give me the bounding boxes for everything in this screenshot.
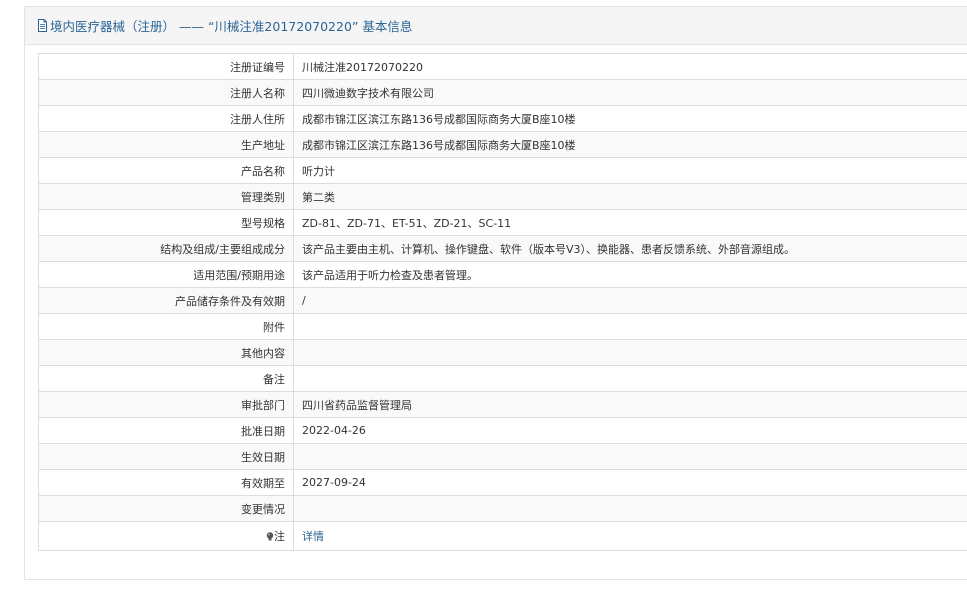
field-value: 四川省药品监督管理局 <box>293 391 967 418</box>
field-label: 附件 <box>38 313 294 340</box>
table-row: 有效期至 2027-09-24 <box>38 469 967 496</box>
field-value: 川械注准20172070220 <box>293 53 967 80</box>
field-value <box>293 365 967 392</box>
field-value: 2027-09-24 <box>293 469 967 496</box>
lightbulb-icon <box>266 531 274 541</box>
table-row-note: 注 详情 <box>38 521 967 551</box>
table-row: 适用范围/预期用途 该产品适用于听力检查及患者管理。 <box>38 261 967 288</box>
table-row: 产品名称 听力计 <box>38 157 967 184</box>
table-row: 生效日期 <box>38 443 967 470</box>
table-row: 型号规格 ZD-81、ZD-71、ET-51、ZD-21、SC-11 <box>38 209 967 236</box>
field-value: 成都市锦江区滨江东路136号成都国际商务大厦B座10楼 <box>293 131 967 158</box>
field-label: 注册证编号 <box>38 53 294 80</box>
field-value: 2022-04-26 <box>293 417 967 444</box>
field-label: 注册人住所 <box>38 105 294 132</box>
field-label: 变更情况 <box>38 495 294 522</box>
field-value: ZD-81、ZD-71、ET-51、ZD-21、SC-11 <box>293 209 967 236</box>
field-value <box>293 313 967 340</box>
table-row: 管理类别 第二类 <box>38 183 967 210</box>
field-value: / <box>293 287 967 314</box>
table-row: 注册证编号 川械注准20172070220 <box>38 53 967 80</box>
note-label: 注 <box>274 530 285 543</box>
table-row: 变更情况 <box>38 495 967 522</box>
field-value: 听力计 <box>293 157 967 184</box>
document-icon <box>37 19 48 32</box>
table-row: 批准日期 2022-04-26 <box>38 417 967 444</box>
field-value: 第二类 <box>293 183 967 210</box>
field-value: 该产品主要由主机、计算机、操作键盘、软件（版本号V3）、换能器、患者反馈系统、外… <box>293 235 967 262</box>
table-row: 注册人住所 成都市锦江区滨江东路136号成都国际商务大厦B座10楼 <box>38 105 967 132</box>
field-label: 生产地址 <box>38 131 294 158</box>
field-value: 四川微迪数字技术有限公司 <box>293 79 967 106</box>
field-label: 生效日期 <box>38 443 294 470</box>
table-row: 结构及组成/主要组成成分 该产品主要由主机、计算机、操作键盘、软件（版本号V3）、… <box>38 235 967 262</box>
field-label: 结构及组成/主要组成成分 <box>38 235 294 262</box>
info-panel: 境内医疗器械（注册） —— “川械注准20172070220” 基本信息 注册证… <box>24 6 967 580</box>
field-label: 备注 <box>38 365 294 392</box>
field-label: 管理类别 <box>38 183 294 210</box>
note-label-cell: 注 <box>38 521 294 551</box>
table-row: 其他内容 <box>38 339 967 366</box>
field-label: 有效期至 <box>38 469 294 496</box>
field-label: 批准日期 <box>38 417 294 444</box>
field-value <box>293 443 967 470</box>
table-row: 产品储存条件及有效期 / <box>38 287 967 314</box>
field-value <box>293 339 967 366</box>
field-label: 产品名称 <box>38 157 294 184</box>
field-label: 其他内容 <box>38 339 294 366</box>
note-value-cell: 详情 <box>293 521 967 551</box>
field-value: 成都市锦江区滨江东路136号成都国际商务大厦B座10楼 <box>293 105 967 132</box>
panel-header: 境内医疗器械（注册） —— “川械注准20172070220” 基本信息 <box>25 7 967 45</box>
field-label: 注册人名称 <box>38 79 294 106</box>
table-row: 注册人名称 四川微迪数字技术有限公司 <box>38 79 967 106</box>
table-row: 生产地址 成都市锦江区滨江东路136号成都国际商务大厦B座10楼 <box>38 131 967 158</box>
field-label: 适用范围/预期用途 <box>38 261 294 288</box>
field-value <box>293 495 967 522</box>
info-table: 注册证编号 川械注准20172070220 注册人名称 四川微迪数字技术有限公司 注册人… <box>38 53 967 551</box>
field-label: 审批部门 <box>38 391 294 418</box>
field-label: 产品储存条件及有效期 <box>38 287 294 314</box>
table-row: 附件 <box>38 313 967 340</box>
field-value: 该产品适用于听力检查及患者管理。 <box>293 261 967 288</box>
table-row: 备注 <box>38 365 967 392</box>
field-label: 型号规格 <box>38 209 294 236</box>
table-row: 审批部门 四川省药品监督管理局 <box>38 391 967 418</box>
page-title: 境内医疗器械（注册） —— “川械注准20172070220” 基本信息 <box>50 19 413 34</box>
detail-link[interactable]: 详情 <box>302 530 324 543</box>
